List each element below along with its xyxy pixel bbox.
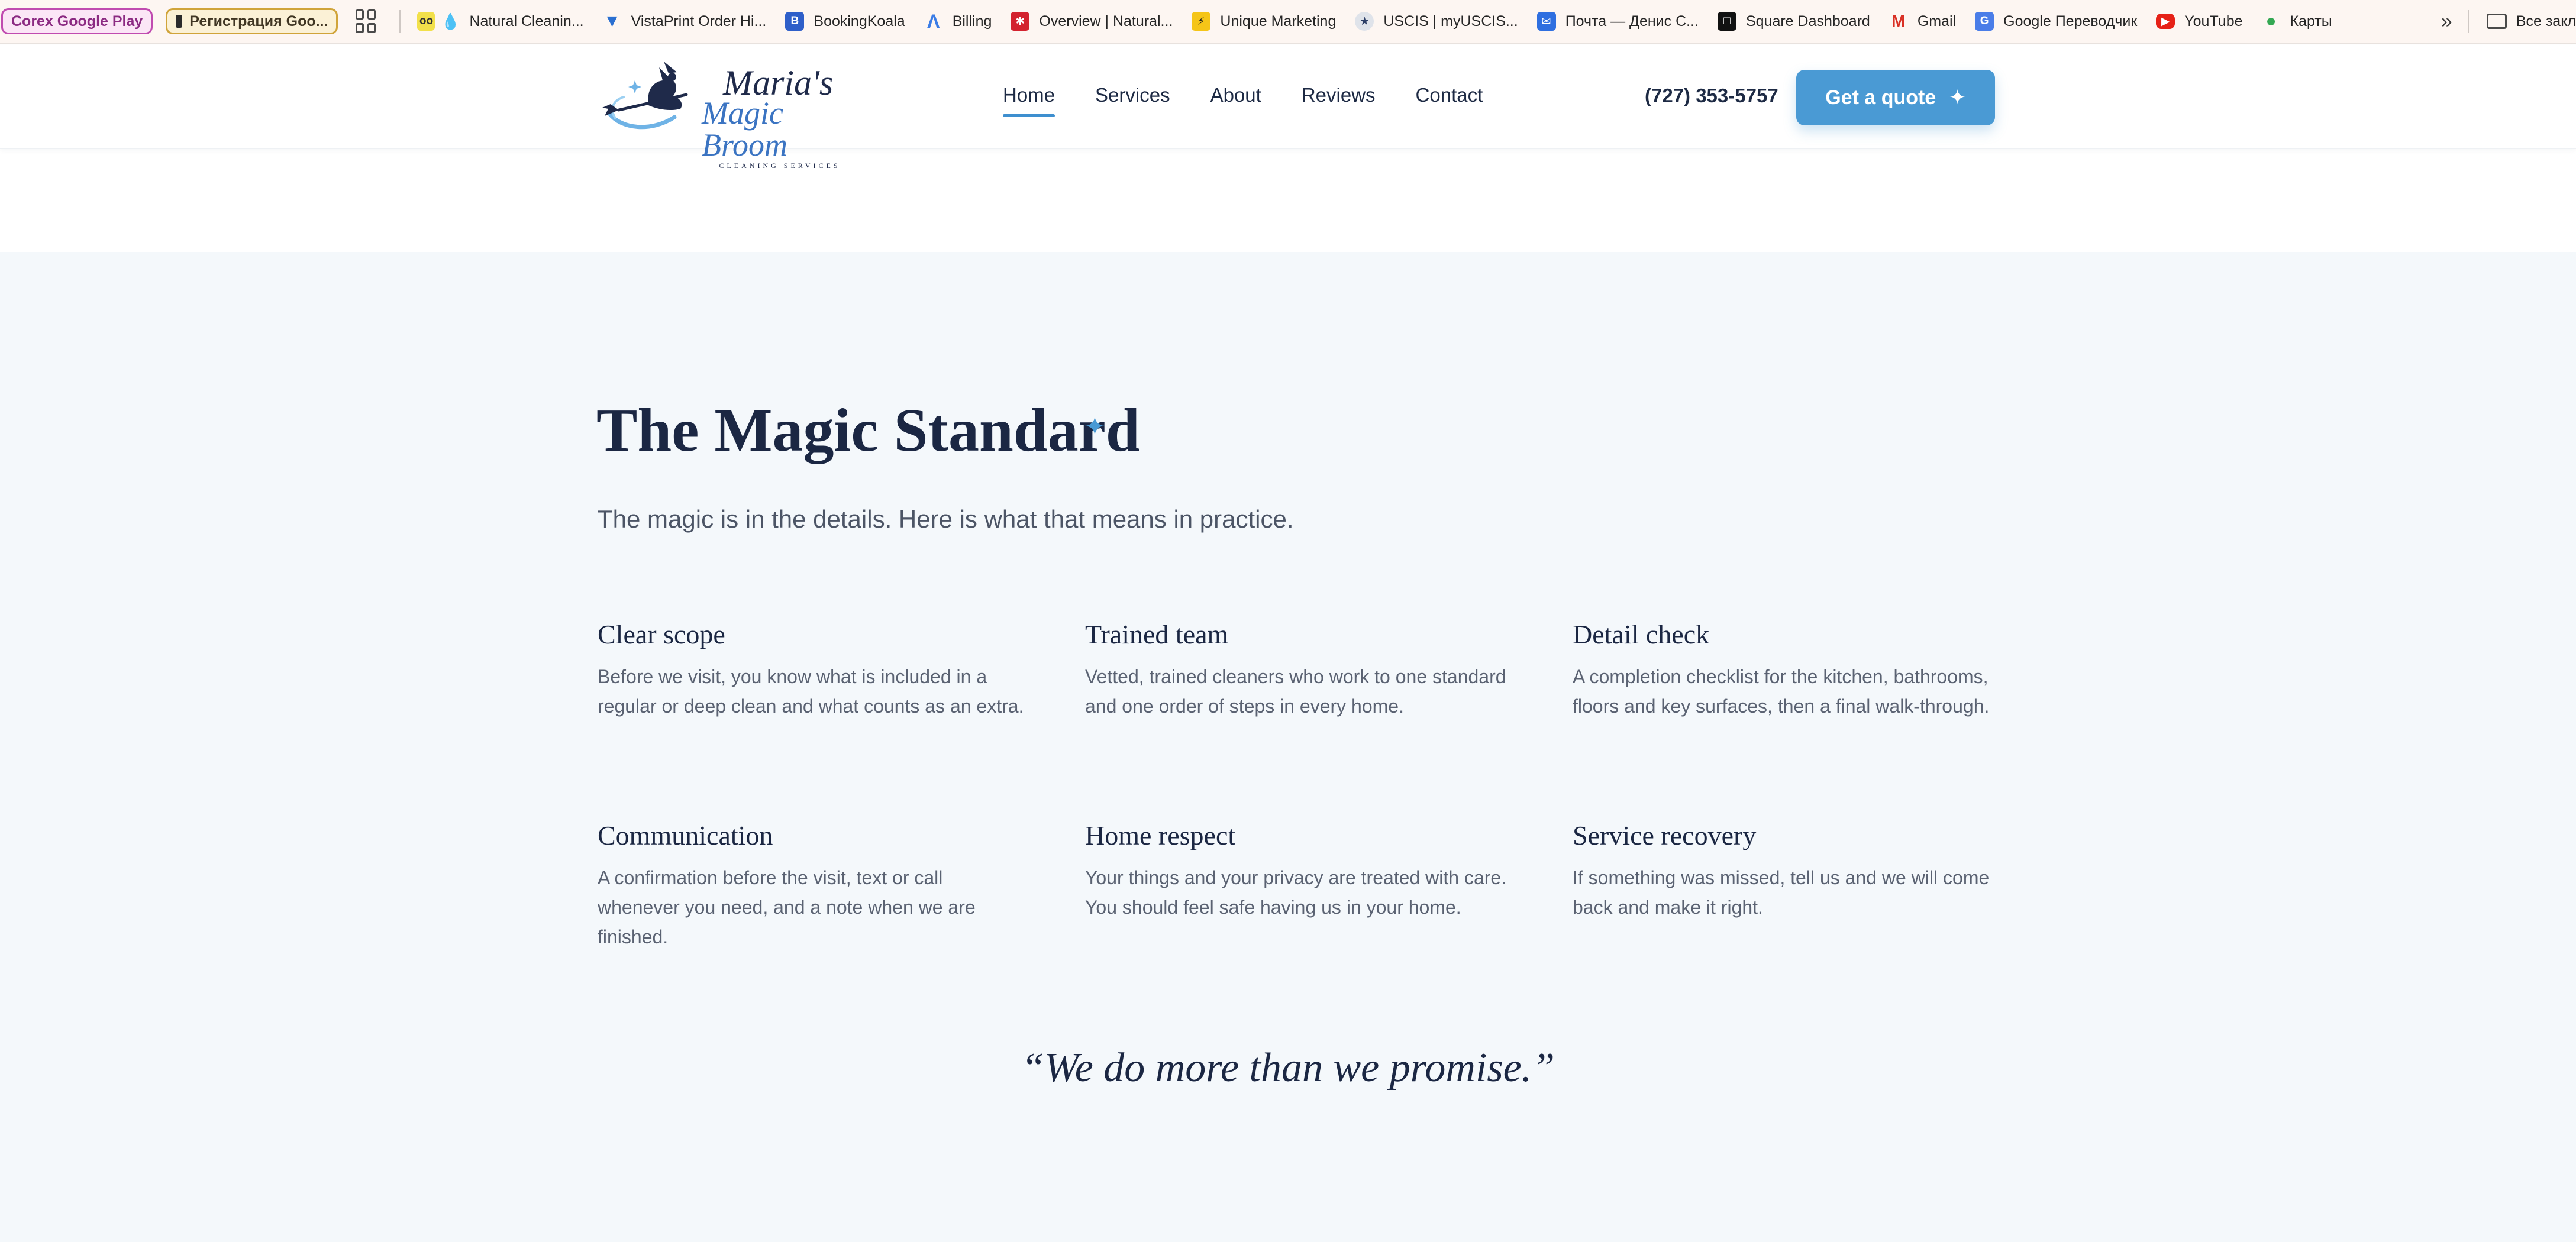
bookmarks-bar: Corex Google Play Регистрация Goo... oo … (0, 0, 2576, 44)
maps-pin-icon: ● (2265, 11, 2277, 31)
feature-title: Trained team (1085, 619, 1229, 649)
magic-standard-section: The Magic Standard ✦ The magic is in the… (0, 252, 2576, 1242)
bookmark-label: Overview | Natural... (1039, 12, 1173, 30)
bookmark-label: Gmail (1917, 12, 1957, 30)
feature-title: Home respect (1085, 820, 1236, 850)
feature-title: Service recovery (1573, 820, 1757, 850)
bookmark-label: VistaPrint Order Hi... (631, 12, 767, 30)
feature-title: Clear scope (598, 619, 725, 649)
gmail-icon: M (1891, 12, 1906, 30)
bookmarks-divider (399, 10, 401, 33)
feature-text: Before we visit, you know what is includ… (598, 666, 1024, 717)
bookmark-label: BookingKoala (814, 12, 905, 30)
nav-services[interactable]: Services (1095, 84, 1170, 106)
feature-detail-check: Detail check A completion checklist for … (1573, 619, 2004, 721)
translate-icon: G (1975, 12, 1994, 31)
bookmark-label: Unique Marketing (1220, 12, 1337, 30)
logo-line-3: CLEANING SERVICES (719, 161, 841, 170)
site-header: Maria's Magic Broom CLEANING SERVICES Ho… (0, 45, 2576, 169)
section-title: The Magic Standard (596, 396, 1140, 464)
lightning-icon: ⚡ (1192, 12, 1211, 31)
bookmark-youtube[interactable]: ▶ YouTube (2156, 12, 2243, 30)
logo-wordmark: Maria's Magic Broom CLEANING SERVICES (702, 65, 858, 169)
witch-on-broom-icon (602, 62, 688, 130)
bookmark-label: Billing (952, 12, 992, 30)
feature-text: A confirmation before the visit, text or… (598, 867, 976, 947)
bookmark-yelp-overview[interactable]: ✱ Overview | Natural... (1011, 12, 1173, 31)
bookmark-label: Natural Cleanin... (469, 12, 584, 30)
feature-service-recovery: Service recovery If something was missed… (1573, 820, 2004, 922)
glasses-icon: oo (417, 12, 435, 31)
nav-reviews[interactable]: Reviews (1302, 84, 1376, 106)
phone-icon (176, 15, 183, 28)
site-logo[interactable]: Maria's Magic Broom CLEANING SERVICES (598, 59, 858, 169)
bookmark-label: Карты (2290, 12, 2332, 30)
bookmark-label: YouTube (2184, 12, 2243, 30)
more-bookmarks-chevron-icon[interactable]: » (2426, 10, 2468, 33)
bookmark-uscis[interactable]: ★ USCIS | myUSCIS... (1355, 12, 1518, 31)
feature-communication: Communication A confirmation before the … (598, 820, 1029, 952)
bookmark-bookingkoala[interactable]: B BookingKoala (785, 12, 905, 31)
get-a-quote-label: Get a quote (1825, 86, 1936, 109)
feature-home-respect: Home respect Your things and your privac… (1085, 820, 1517, 922)
bookmark-square-dashboard[interactable]: □ Square Dashboard (1717, 12, 1870, 31)
nav-contact[interactable]: Contact (1416, 84, 1483, 106)
vistaprint-icon: ▼ (603, 11, 621, 31)
bookmarks-divider (2467, 10, 2469, 33)
bookmark-vistaprint[interactable]: ▼ VistaPrint Order Hi... (603, 11, 767, 31)
bookmark-billing[interactable]: Λ Billing (924, 10, 992, 32)
bookmark-chip-registration[interactable]: Регистрация Goo... (166, 8, 338, 34)
bookmark-chip-label: Регистрация Goo... (189, 12, 328, 30)
feature-text: A completion checklist for the kitchen, … (1573, 666, 1990, 717)
youtube-icon: ▶ (2156, 14, 2175, 29)
square-icon: □ (1717, 12, 1736, 31)
main-nav: Home Services About Reviews Contact (1003, 84, 1523, 117)
section-subtitle: The magic is in the details. Here is wha… (598, 505, 1294, 533)
yelp-icon: ✱ (1011, 12, 1030, 31)
all-bookmarks-folder[interactable]: Все закл (2486, 12, 2576, 30)
bookmark-label: USCIS | myUSCIS... (1383, 12, 1518, 30)
sparkle-icon: ✦ (1949, 86, 1966, 109)
logo-line-2: Magic Broom (702, 95, 787, 163)
mail-icon: ✉ (1536, 12, 1556, 31)
apps-grid-icon[interactable] (356, 9, 379, 33)
get-a-quote-button[interactable]: Get a quote ✦ (1796, 70, 1995, 125)
sparkle-icon: ✦ (1084, 412, 1106, 441)
folder-icon (2486, 14, 2507, 29)
bookmark-google-translate[interactable]: G Google Переводчик (1975, 12, 2137, 31)
feature-text: Your things and your privacy are treated… (1085, 867, 1507, 918)
cleaning-drop-icon: 💧 (441, 12, 460, 30)
bookmark-label: Google Переводчик (2003, 12, 2138, 30)
bookmark-label: Square Dashboard (1745, 12, 1870, 30)
google-ads-icon: Λ (927, 10, 940, 32)
bookmark-unique-marketing[interactable]: ⚡ Unique Marketing (1192, 12, 1336, 31)
nav-about[interactable]: About (1210, 84, 1261, 106)
feature-text: Vetted, trained cleaners who work to one… (1085, 666, 1506, 717)
feature-trained-team: Trained team Vetted, trained cleaners wh… (1085, 619, 1517, 721)
nav-home[interactable]: Home (1003, 84, 1055, 117)
bookmark-chip-label: Corex Google Play (11, 12, 143, 30)
bookmark-mail[interactable]: ✉ Почта — Денис С... (1536, 12, 1699, 31)
feature-clear-scope: Clear scope Before we visit, you know wh… (598, 619, 1029, 721)
feature-title: Detail check (1573, 619, 1710, 649)
feature-text: If something was missed, tell us and we … (1573, 867, 1990, 918)
motto-quote: “We do more than we promise.” (1021, 1045, 1555, 1091)
bookingkoala-icon: B (785, 12, 805, 31)
uscis-seal-icon: ★ (1355, 12, 1374, 31)
bookmark-label: Почта — Денис С... (1565, 12, 1699, 30)
all-bookmarks-label: Все закл (2516, 12, 2576, 30)
bookmark-natural-cleaning[interactable]: oo 💧 Natural Cleanin... (417, 12, 584, 31)
bookmark-gmail[interactable]: M Gmail (1889, 12, 1956, 31)
phone-link[interactable]: (727) 353-5757 (1645, 85, 1778, 107)
bookmark-maps[interactable]: ● Карты (2262, 11, 2332, 31)
bookmark-chip-corex[interactable]: Corex Google Play (1, 8, 153, 34)
feature-title: Communication (598, 820, 773, 850)
